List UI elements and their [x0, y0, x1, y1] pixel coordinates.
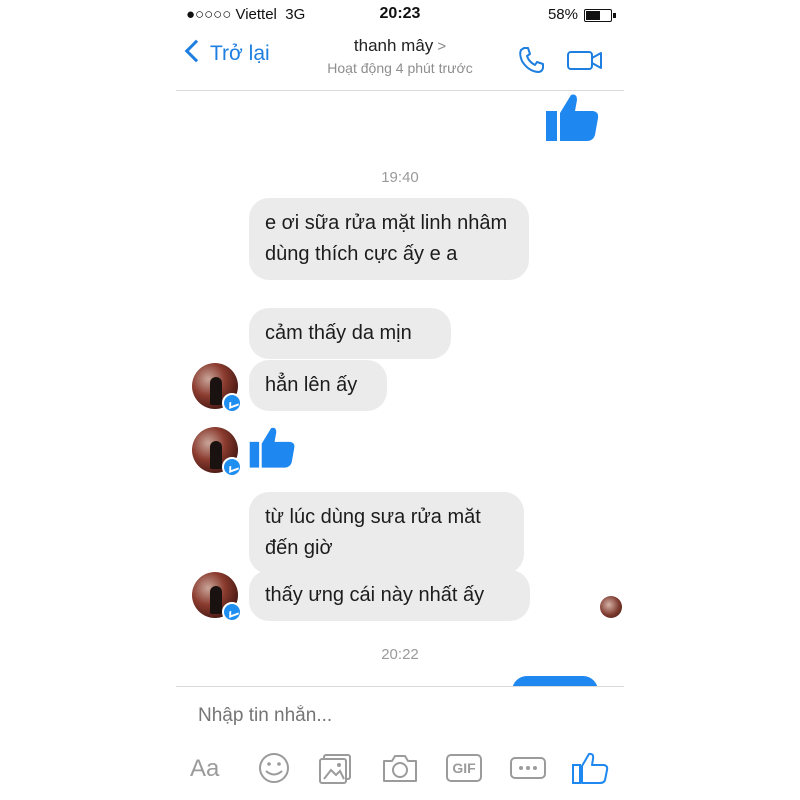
- avatar[interactable]: [192, 363, 242, 413]
- like-icon[interactable]: [570, 751, 610, 785]
- battery-icon: [584, 9, 616, 22]
- active-status: Hoạt động 4 phút trước: [327, 60, 473, 76]
- avatar[interactable]: [192, 572, 242, 622]
- message-list[interactable]: 19:40 e ơi sữa rửa mặt linh nhâm dùng th…: [176, 91, 624, 706]
- message-bubble[interactable]: cảm thấy da mịn: [249, 308, 451, 359]
- camera-icon[interactable]: [380, 751, 420, 785]
- message-bubble[interactable]: từ lúc dùng sưa rửa măt đến giờ: [249, 492, 524, 574]
- thumbs-up-icon: [249, 427, 295, 468]
- video-call-icon[interactable]: [566, 44, 604, 76]
- message-bubble[interactable]: hẳn lên ấy: [249, 360, 387, 411]
- image-icon[interactable]: [316, 751, 356, 785]
- conversation-header: Trở lại thanh mây > Hoạt động 4 phút trướ…: [176, 30, 624, 91]
- gif-label: GIF: [452, 760, 476, 776]
- battery-percent: 58%: [547, 6, 578, 23]
- messenger-badge-icon: [222, 393, 242, 413]
- contact-name: thanh mây: [353, 36, 434, 55]
- messenger-screen: ●○○○○ Viettel 3G 20:23 58% Trở lại thanh…: [176, 0, 624, 800]
- contact-info[interactable]: thanh mây > Hoạt động 4 phút trước: [176, 36, 624, 76]
- messenger-badge-icon: [222, 457, 242, 477]
- status-bar: ●○○○○ Viettel 3G 20:23 58%: [176, 0, 624, 30]
- composer: Aa GIF: [176, 686, 624, 800]
- timestamp: 20:22: [381, 646, 419, 663]
- message-bubble[interactable]: e ơi sữa rửa mặt linh nhâm dùng thích cự…: [249, 198, 529, 280]
- timestamp: 19:40: [381, 169, 419, 186]
- phone-call-icon[interactable]: [516, 44, 548, 76]
- avatar[interactable]: [192, 427, 242, 477]
- messenger-badge-icon: [222, 602, 242, 622]
- more-icon[interactable]: [508, 751, 548, 785]
- message-input[interactable]: [198, 705, 598, 727]
- aa-icon[interactable]: Aa: [190, 755, 230, 789]
- read-receipt-avatar: [600, 596, 622, 618]
- chevron-right-icon: >: [437, 38, 447, 55]
- gif-icon[interactable]: GIF: [444, 751, 484, 785]
- emoji-icon[interactable]: [254, 751, 294, 785]
- thumbs-up-icon: [546, 94, 599, 141]
- message-bubble[interactable]: thấy ưng cái này nhất ấy: [249, 570, 530, 621]
